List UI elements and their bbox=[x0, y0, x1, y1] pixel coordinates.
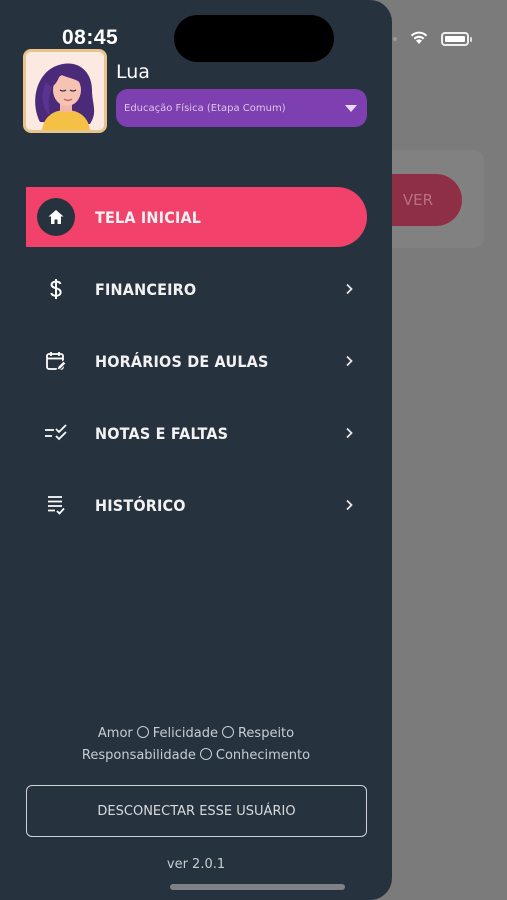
value-text: Amor bbox=[97, 726, 133, 741]
chevron-right-icon bbox=[337, 427, 361, 439]
navigation-drawer: 08:45 Lua Educação Física (Etapa Comum) bbox=[0, 0, 392, 900]
menu-item-label: HORÁRIOS DE AULAS bbox=[95, 351, 269, 371]
checklist-icon bbox=[37, 414, 75, 452]
avatar[interactable] bbox=[23, 49, 107, 133]
menu-item-financeiro[interactable]: FINANCEIRO bbox=[26, 259, 367, 319]
circle-separator-icon bbox=[221, 726, 234, 738]
chevron-right-icon bbox=[337, 355, 361, 367]
circle-separator-icon bbox=[199, 748, 212, 760]
user-name: Lua bbox=[116, 61, 150, 83]
dollar-icon bbox=[37, 270, 75, 308]
dynamic-island bbox=[174, 15, 334, 62]
value-text: Respeito bbox=[237, 726, 295, 741]
menu-item-label: NOTAS E FALTAS bbox=[95, 423, 229, 443]
home-indicator bbox=[170, 884, 345, 890]
battery-icon bbox=[441, 32, 472, 46]
value-text: Conhecimento bbox=[215, 748, 311, 763]
app-version: ver 2.0.1 bbox=[166, 857, 226, 872]
document-list-icon bbox=[37, 486, 75, 524]
value-text: Responsabilidade bbox=[81, 748, 196, 763]
menu-item-tela-inicial[interactable]: TELA INICIAL bbox=[26, 187, 367, 247]
chevron-right-icon bbox=[337, 499, 361, 511]
menu-item-label: FINANCEIRO bbox=[95, 279, 197, 299]
chevron-down-icon bbox=[345, 104, 357, 112]
value-text: Felicidade bbox=[152, 726, 218, 741]
home-icon bbox=[37, 198, 75, 236]
chevron-right-icon bbox=[337, 283, 361, 295]
menu-item-notas-e-faltas[interactable]: NOTAS E FALTAS bbox=[26, 403, 367, 463]
values-line-1: Amor Felicidade Respeito bbox=[0, 726, 392, 741]
wifi-icon bbox=[409, 30, 429, 49]
status-time: 08:45 bbox=[62, 26, 119, 49]
menu-item-label: TELA INICIAL bbox=[95, 207, 202, 227]
logout-button[interactable]: DESCONECTAR ESSE USUÁRIO bbox=[26, 785, 367, 837]
course-dropdown[interactable]: Educação Física (Etapa Comum) bbox=[116, 89, 367, 127]
course-dropdown-value: Educação Física (Etapa Comum) bbox=[124, 102, 286, 114]
calendar-edit-icon bbox=[37, 342, 75, 380]
circle-separator-icon bbox=[136, 726, 149, 738]
menu-item-historico[interactable]: HISTÓRICO bbox=[26, 475, 367, 535]
menu-item-label: HISTÓRICO bbox=[95, 495, 186, 515]
values-line-2: Responsabilidade Conhecimento bbox=[0, 748, 392, 763]
menu-item-horarios-de-aulas[interactable]: HORÁRIOS DE AULAS bbox=[26, 331, 367, 391]
